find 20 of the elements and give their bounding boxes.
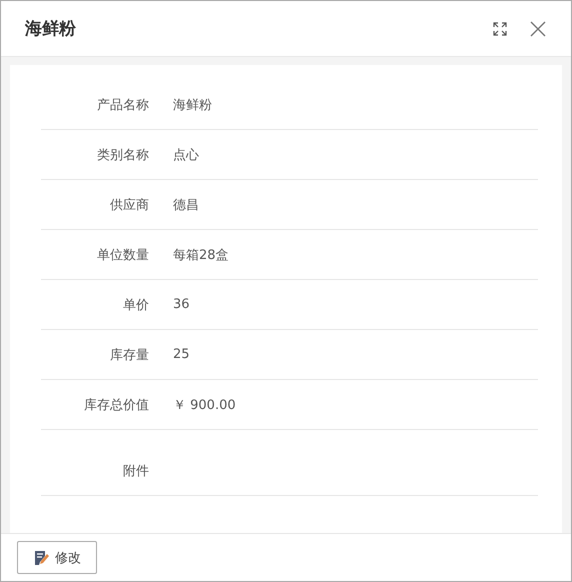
field-label: 类别名称: [96, 146, 149, 164]
edit-button[interactable]: 修改: [17, 541, 97, 574]
field-label: 供应商: [109, 196, 149, 214]
field-label: 库存总价值: [83, 396, 149, 414]
field-value: ￥ 900.00: [173, 396, 236, 414]
field-label: 单位数量: [96, 246, 149, 264]
field-value: 25: [173, 347, 190, 362]
field-value: 德昌: [173, 196, 199, 214]
field-label: 产品名称: [96, 96, 149, 114]
edit-icon: [33, 550, 49, 566]
field-value: 海鲜粉: [173, 96, 212, 114]
close-icon[interactable]: [530, 20, 546, 36]
maximize-icon[interactable]: [493, 22, 507, 36]
field-value: 点心: [173, 146, 199, 164]
field-label: 附件: [122, 462, 149, 480]
field-value: 36: [173, 297, 190, 312]
field-label: 库存量: [109, 346, 149, 364]
field-label: 单价: [122, 296, 149, 314]
window-title: 海鲜粉: [25, 18, 76, 40]
field-value: 每箱28盒: [173, 246, 229, 264]
